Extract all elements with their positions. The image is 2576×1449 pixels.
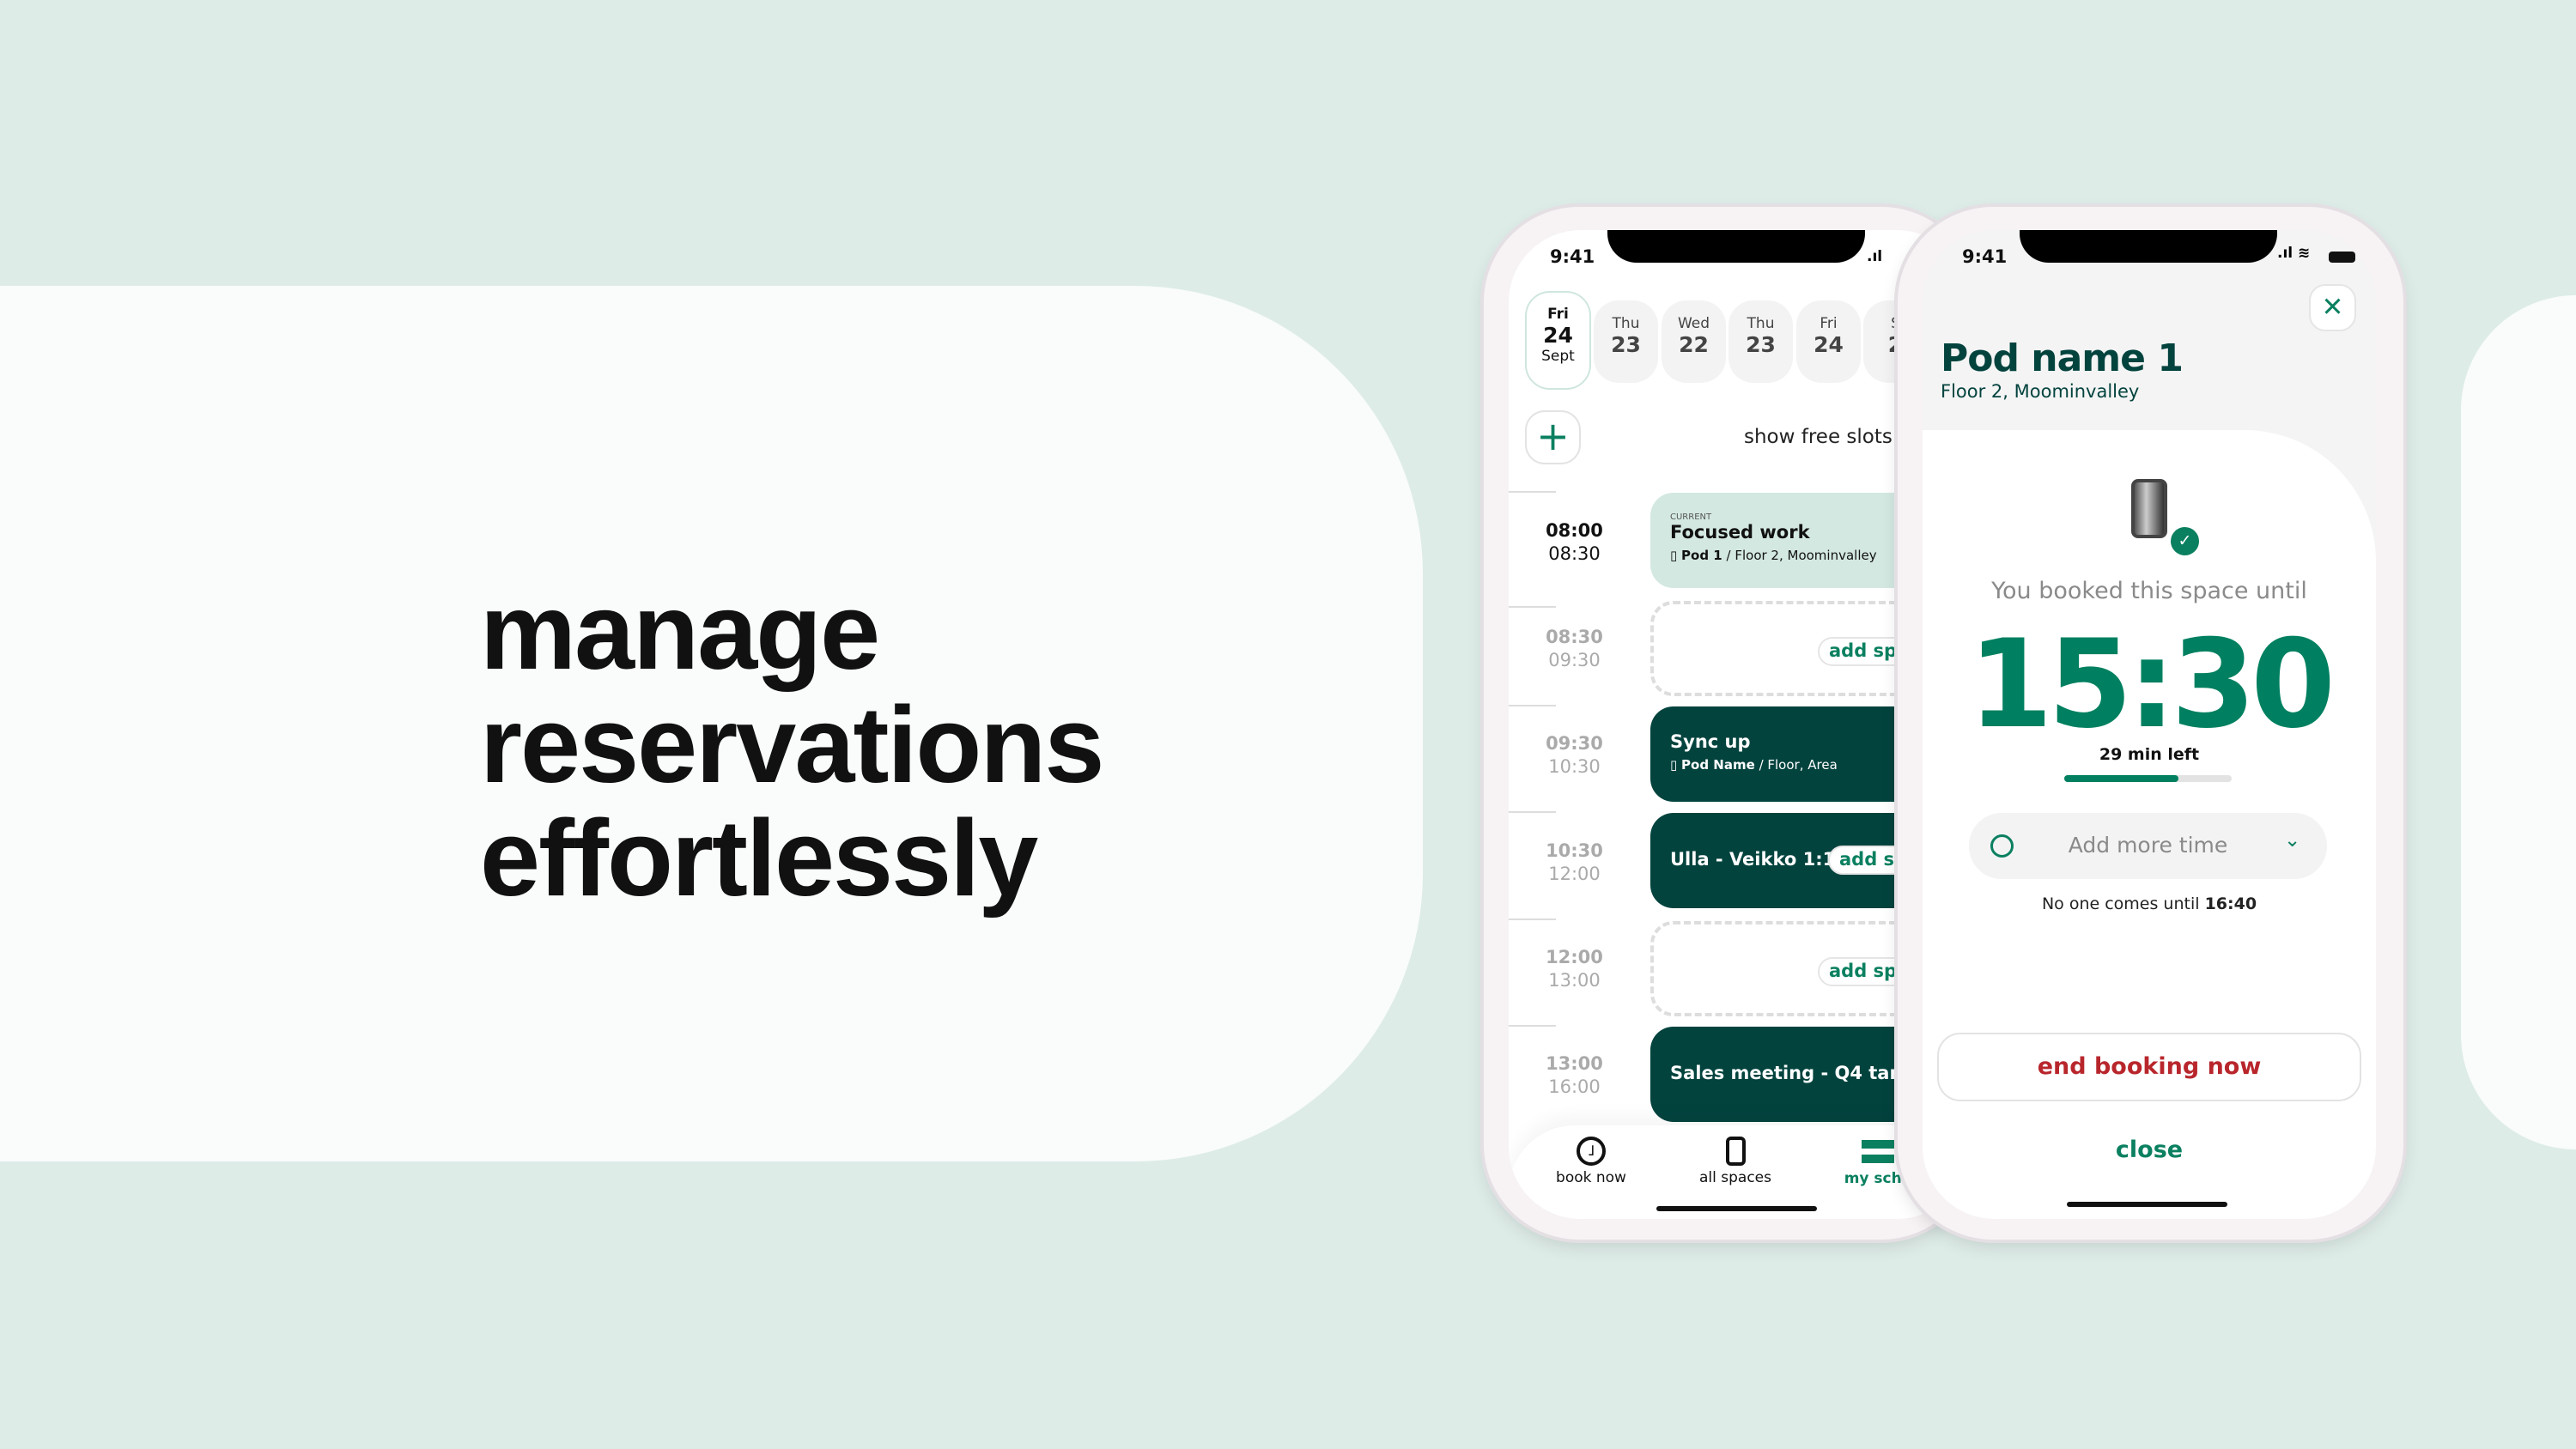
status-time: 9:41 (1962, 246, 2008, 267)
close-icon: ✕ (2321, 292, 2344, 323)
date-chip[interactable]: Thu 23 (1728, 300, 1793, 383)
nav-label: book now (1556, 1169, 1626, 1186)
divider (1509, 606, 1556, 608)
date-chip[interactable]: Wed 22 (1662, 300, 1726, 383)
day: 22 (1679, 332, 1709, 357)
divider (1509, 705, 1556, 706)
day: 24 (1814, 332, 1844, 357)
weekday: Thu (1612, 315, 1640, 332)
end-time: 09:30 (1548, 650, 1601, 670)
slot-time: 09:30 10:30 (1525, 732, 1624, 779)
booking-phone: 9:41 .ıl ≋ ✕ Pod name 1 Floor 2, Moominv… (1898, 207, 2403, 1240)
divider (1509, 811, 1556, 813)
close-icon-button[interactable]: ✕ (2309, 284, 2356, 331)
day: 24 (1543, 323, 1573, 348)
date-chip-selected[interactable]: Fri 24 Sept (1525, 291, 1591, 390)
booked-until-time: 15:30 (1967, 614, 2336, 755)
signal-wifi-icon: .ıl ≋ (2277, 245, 2311, 262)
headline-line: effortlessly (480, 797, 1038, 919)
time-progress-bar (2064, 775, 2232, 782)
start-time: 12:00 (1546, 947, 1603, 967)
slot-time: 12:00 13:00 (1525, 946, 1624, 992)
booking-card: ✓ You booked this space until 15:30 29 m… (1923, 430, 2376, 1219)
weekday: Fri (1547, 306, 1569, 323)
weekday: Wed (1677, 315, 1710, 332)
pod-title: Pod name 1 (1941, 336, 2184, 380)
nav-label: all spaces (1699, 1169, 1771, 1186)
home-indicator (2067, 1202, 2227, 1207)
next-time: 16:40 (2204, 894, 2257, 913)
location: Floor, Area (1767, 757, 1838, 773)
start-time: 09:30 (1546, 733, 1603, 754)
notch (1607, 230, 1865, 263)
booked-until-label: You booked this space until (1991, 578, 2307, 604)
show-free-slots-toggle[interactable]: show free slots (1744, 426, 1893, 448)
start-time: 10:30 (1546, 840, 1603, 861)
notch (2020, 230, 2277, 263)
nav-book-now[interactable]: ˩ book now (1534, 1137, 1649, 1186)
date-chip[interactable]: Fri 24 (1796, 300, 1861, 383)
start-time: 08:30 (1546, 627, 1603, 647)
weekday: Fri (1820, 315, 1838, 332)
end-time: 13:00 (1548, 970, 1601, 991)
chevron-down-icon: ⌄ (2284, 829, 2301, 852)
clock-icon: ˩ (1577, 1137, 1606, 1166)
pod-icon: ▯ (1670, 757, 1678, 773)
divider (1509, 491, 1556, 493)
close-button[interactable]: close (1923, 1137, 2376, 1163)
start-time: 08:00 (1546, 520, 1603, 541)
add-more-time-label: Add more time (2068, 833, 2228, 858)
add-more-time-dropdown[interactable]: Add more time ⌄ (1969, 813, 2327, 879)
pod-name: Pod 1 (1681, 548, 1722, 563)
signal-icon: .ıl (1867, 248, 1883, 265)
time-progress-fill (2064, 775, 2178, 782)
marketing-banner: manage reservations effortlessly 9:41 .ı… (0, 0, 2576, 1449)
divider (1509, 919, 1556, 920)
headline-line: manage (480, 571, 880, 692)
slot-time: 08:30 09:30 (1525, 626, 1624, 672)
next-booking-note: No one comes until 16:40 (1923, 894, 2376, 913)
add-booking-button[interactable]: + (1525, 410, 1581, 464)
end-time: 16:00 (1548, 1076, 1601, 1097)
headline-line: reservations (480, 684, 1104, 805)
battery-icon (2329, 252, 2355, 263)
weekday: Thu (1747, 315, 1775, 332)
start-time: 13:00 (1546, 1053, 1603, 1074)
pod-image (2131, 479, 2167, 538)
divider (1509, 1025, 1556, 1027)
status-time: 9:41 (1550, 246, 1595, 267)
location: Floor 2, Moominvalley (1735, 548, 1877, 563)
plus-icon: + (1536, 413, 1570, 459)
end-time: 08:30 (1548, 543, 1601, 564)
end-time: 10:30 (1548, 756, 1601, 777)
day: 23 (1611, 332, 1641, 357)
pod-icon (1725, 1137, 1746, 1166)
schedule-icon (1862, 1140, 1894, 1163)
date-chip[interactable]: Thu 23 (1594, 300, 1658, 383)
slot-time: 08:00 08:30 (1525, 519, 1624, 566)
booking-screen: 9:41 .ıl ≋ ✕ Pod name 1 Floor 2, Moominv… (1923, 230, 2376, 1219)
headline: manage reservations effortlessly (480, 571, 1104, 919)
slot-time: 10:30 12:00 (1525, 840, 1624, 886)
time-left: 29 min left (2099, 745, 2200, 764)
side-panel (2461, 295, 2576, 1149)
pod-icon: ▯ (1670, 548, 1678, 563)
home-indicator (1656, 1206, 1817, 1211)
pod-subtitle: Floor 2, Moominvalley (1941, 381, 2140, 402)
next-label: No one comes until (2041, 894, 2205, 913)
pod-name: Pod Name (1681, 757, 1755, 773)
check-icon: ✓ (2171, 527, 2199, 555)
end-time: 12:00 (1548, 864, 1601, 884)
nav-all-spaces[interactable]: all spaces (1678, 1137, 1793, 1186)
day: 23 (1746, 332, 1776, 357)
month: Sept (1541, 348, 1575, 365)
slot-time: 13:00 16:00 (1525, 1052, 1624, 1099)
end-booking-button[interactable]: end booking now (1937, 1033, 2361, 1101)
